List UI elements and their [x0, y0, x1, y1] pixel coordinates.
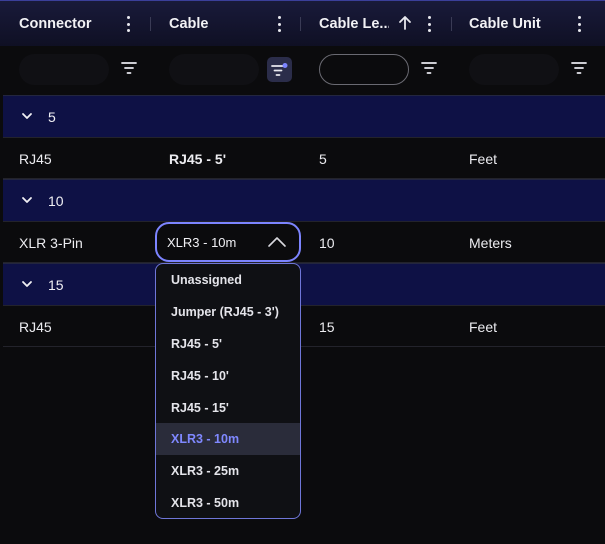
cable-unit-filter-input[interactable]: [469, 54, 559, 85]
chevron-up-icon[interactable]: [267, 235, 287, 249]
connector-cell[interactable]: RJ45: [19, 306, 52, 348]
kebab-vertical-icon[interactable]: [275, 15, 283, 33]
column-header-cable-length[interactable]: Cable Le...: [319, 1, 389, 47]
column-separator[interactable]: [451, 17, 452, 31]
cable-cell[interactable]: RJ45 - 5': [169, 138, 226, 180]
cable-option[interactable]: RJ45 - 15': [156, 392, 300, 424]
cable-option[interactable]: Unassigned: [156, 264, 300, 296]
cable-length-cell[interactable]: 5: [319, 138, 327, 180]
column-separator[interactable]: [150, 17, 151, 31]
column-header-connector[interactable]: Connector: [19, 1, 119, 47]
cable-select-dropdown: Unassigned Jumper (RJ45 - 3') RJ45 - 5' …: [155, 263, 301, 519]
cable-option-selected[interactable]: XLR3 - 10m: [156, 423, 300, 455]
cable-option[interactable]: RJ45 - 5': [156, 328, 300, 360]
cable-select[interactable]: XLR3 - 10m: [155, 222, 301, 262]
table-row[interactable]: XLR 3-Pin 10 Meters: [3, 221, 605, 263]
column-header-row: Connector Cable Cable Le... Cable Unit: [0, 0, 605, 46]
cable-option[interactable]: XLR3 - 25m: [156, 455, 300, 487]
cable-unit-cell[interactable]: Feet: [469, 306, 497, 348]
group-label: 10: [48, 192, 64, 209]
cable-option[interactable]: RJ45 - 10': [156, 360, 300, 392]
kebab-vertical-icon[interactable]: [575, 15, 583, 33]
column-header-label: Cable: [169, 16, 209, 32]
filter-lines-icon[interactable]: [121, 61, 137, 75]
filter-lines-icon: [271, 63, 288, 76]
column-header-cable[interactable]: Cable: [169, 1, 269, 47]
connector-cell[interactable]: RJ45: [19, 138, 52, 180]
column-header-label: Connector: [19, 16, 92, 32]
chevron-down-icon[interactable]: [21, 278, 33, 290]
cable-length-filter-input[interactable]: [319, 54, 409, 85]
chevron-down-icon[interactable]: [21, 194, 33, 206]
column-separator[interactable]: [300, 17, 301, 31]
group-row-10[interactable]: 10: [3, 179, 605, 221]
cable-length-cell[interactable]: 15: [319, 306, 335, 348]
group-row-15[interactable]: 15: [3, 263, 605, 305]
column-header-label: Cable Unit: [469, 16, 541, 32]
table-row[interactable]: RJ45 RJ45 - 5' 5 Feet: [3, 137, 605, 179]
cable-length-cell[interactable]: 10: [319, 222, 335, 264]
data-grid: Connector Cable Cable Le... Cable Unit 5…: [0, 0, 605, 544]
kebab-vertical-icon[interactable]: [124, 15, 132, 33]
filter-lines-icon[interactable]: [421, 61, 437, 75]
cable-unit-cell[interactable]: Feet: [469, 138, 497, 180]
cable-filter-input[interactable]: [169, 54, 259, 85]
filter-row: [0, 46, 605, 94]
filter-lines-icon[interactable]: [571, 61, 587, 75]
cable-filter-button-active[interactable]: [267, 57, 292, 82]
connector-filter-input[interactable]: [19, 54, 109, 85]
column-header-label: Cable Le...: [319, 16, 389, 32]
chevron-down-icon[interactable]: [21, 110, 33, 122]
group-label: 5: [48, 108, 56, 125]
cable-option[interactable]: Jumper (RJ45 - 3'): [156, 296, 300, 328]
group-label: 15: [48, 276, 64, 293]
table-row[interactable]: RJ45 15 Feet: [3, 305, 605, 347]
kebab-vertical-icon[interactable]: [425, 15, 433, 33]
group-row-5[interactable]: 5: [3, 95, 605, 137]
connector-cell[interactable]: XLR 3-Pin: [19, 222, 83, 264]
column-header-cable-unit[interactable]: Cable Unit: [469, 1, 569, 47]
cable-option[interactable]: XLR3 - 50m: [156, 487, 300, 518]
cable-unit-cell[interactable]: Meters: [469, 222, 512, 264]
arrow-up-icon[interactable]: [398, 15, 412, 31]
cable-select-value: XLR3 - 10m: [167, 234, 237, 250]
